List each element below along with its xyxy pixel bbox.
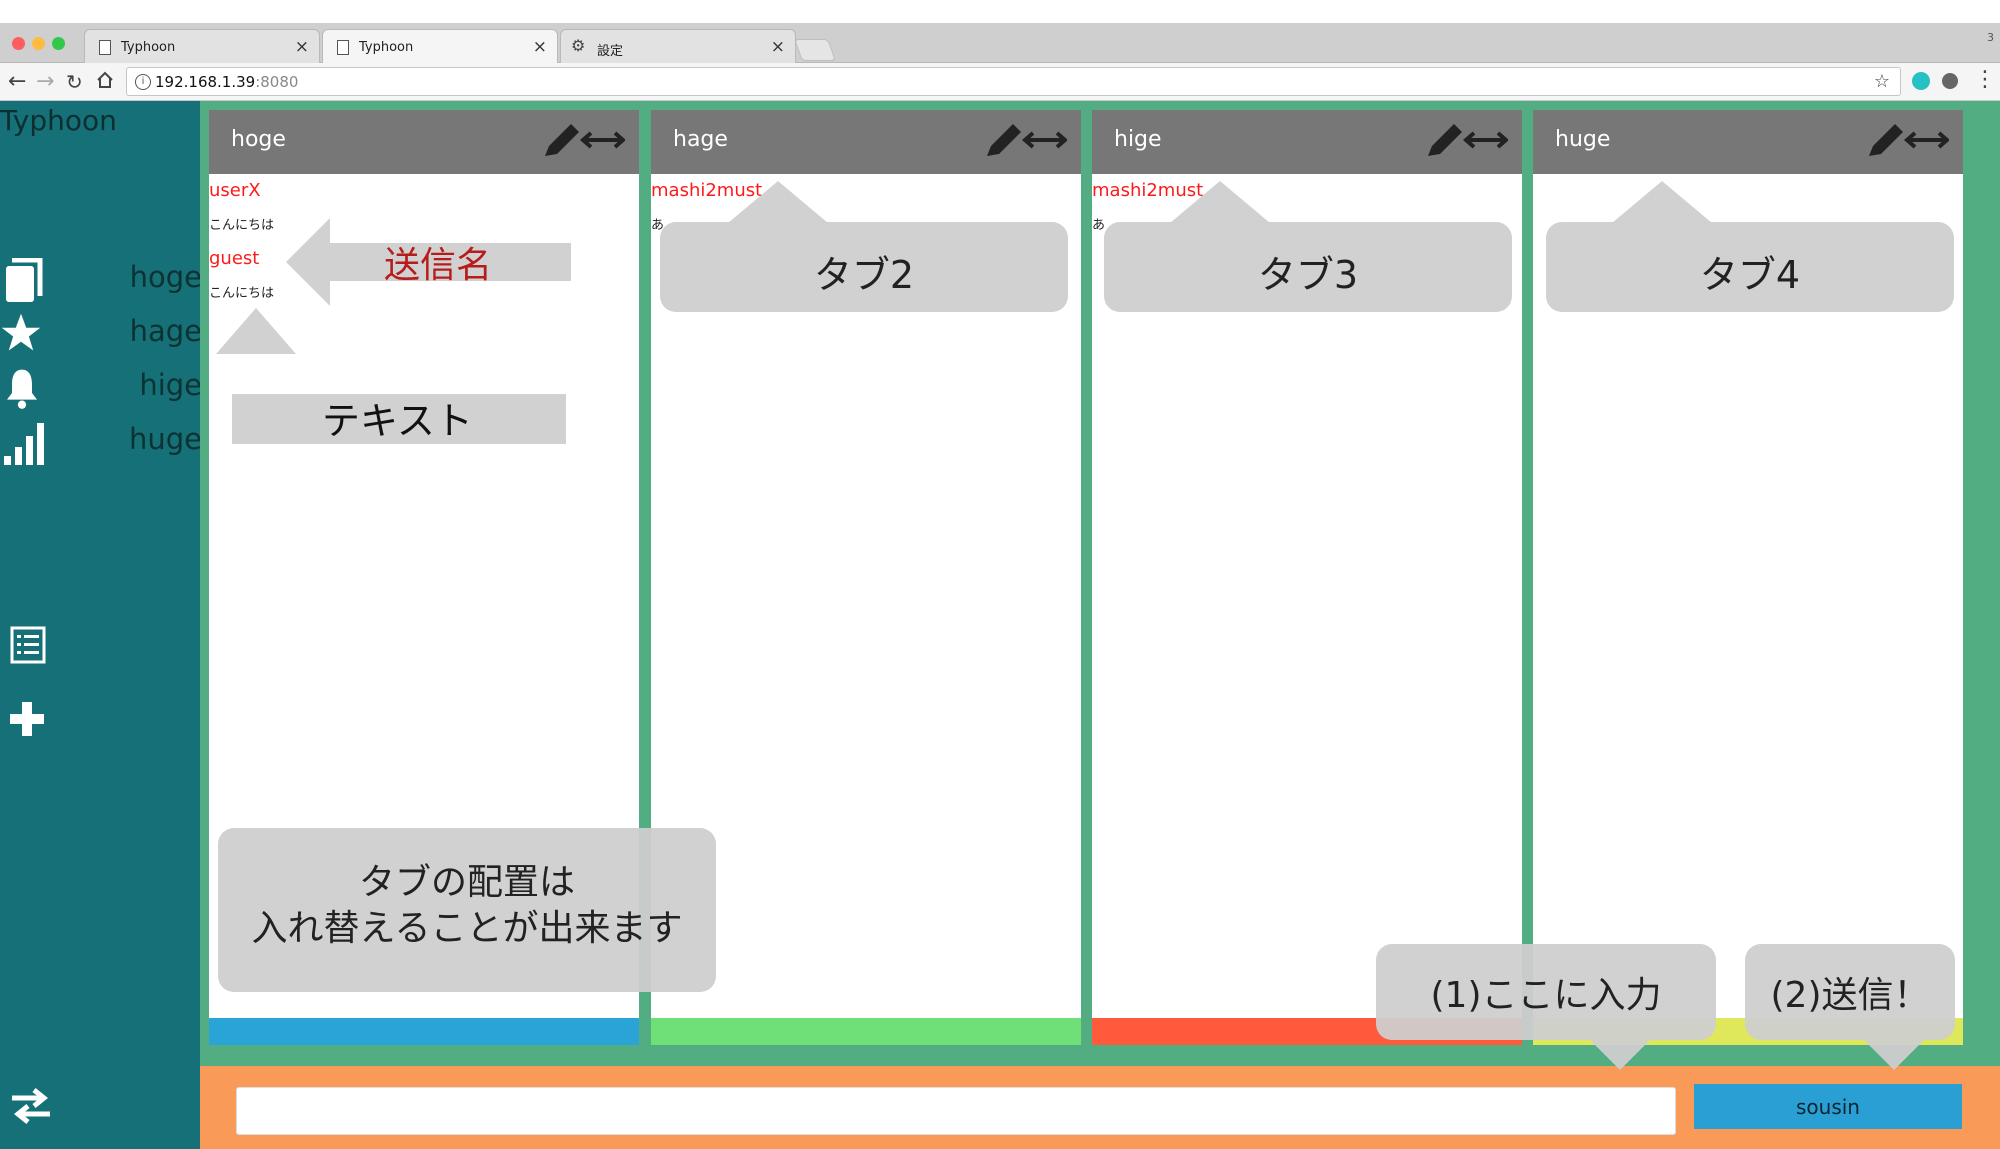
signal-bars-icon[interactable] [2,420,46,470]
page-icon [337,40,349,55]
extension-icon[interactable] [1942,73,1958,89]
column-header[interactable]: huge [1533,110,1963,174]
edit-pencil-icon[interactable] [1424,118,1510,162]
annotation-reorder-line2: 入れ替えることが出来ます [251,908,683,949]
new-tab-button[interactable] [793,39,837,61]
sidebar-item-hoge[interactable]: hoge [82,260,202,294]
close-icon[interactable]: × [295,37,309,57]
sidebar-item-hige[interactable]: hige [82,368,202,402]
column-tools [1424,118,1510,168]
menu-kebab-icon[interactable]: ⋮ [1974,67,1996,92]
star-icon[interactable] [0,312,42,358]
annotation-reorder: タブの配置は 入れ替えることが出来ます [218,828,716,992]
annotation-input-here-text: (1)ここに入力 [1430,975,1662,1016]
reload-icon[interactable]: ↻ [66,69,83,95]
column-title: hoge [231,127,286,152]
close-icon[interactable]: × [533,37,547,57]
close-window-button[interactable] [12,37,25,50]
swap-arrows-icon[interactable] [8,1086,54,1130]
sender-name[interactable]: userX [209,180,261,201]
annotation-reorder-line1: タブの配置は [358,862,575,903]
list-icon[interactable] [10,626,46,668]
home-icon[interactable] [96,71,114,93]
annotation-send-text: (2)送信！ [1770,975,1930,1016]
edit-pencil-icon[interactable] [1865,118,1951,162]
forward-arrow-icon[interactable]: → [36,69,54,95]
message-input[interactable] [236,1087,1676,1135]
edit-pencil-icon[interactable] [541,118,627,162]
annotation-tab2-text: タブ2 [813,253,915,297]
browser-tab-active[interactable]: Typhoon × [322,29,558,63]
window-corner-number: 3 [1987,31,1994,44]
browser-tab-strip: Typhoon × Typhoon × ⚙ 設定 × 3 [0,23,2000,63]
zoom-window-button[interactable] [52,37,65,50]
column-header[interactable]: hage [651,110,1081,174]
browser-toolbar: ← → ↻ i 192.168.1.39:8080 ☆ ⋮ [0,63,2000,101]
column-color-bar [209,1018,639,1045]
annotation-tab3: タブ3 [1104,222,1512,312]
extension-icon[interactable] [1912,72,1930,90]
annotation-send: (2)送信！ [1745,944,1955,1040]
info-icon[interactable]: i [135,74,151,90]
message-text: こんにちは [209,286,275,301]
browser-tab[interactable]: Typhoon × [84,29,320,63]
edit-pencil-icon[interactable] [983,118,1069,162]
message-text: こんにちは [209,218,275,233]
column-tools [983,118,1069,168]
sidebar-item-hage[interactable]: hage [82,314,202,348]
column-header[interactable]: hige [1092,110,1522,174]
minimize-window-button[interactable] [32,37,45,50]
plus-icon[interactable] [8,700,46,742]
annotation-tab4-text: タブ4 [1699,253,1801,297]
bookmark-star-icon[interactable]: ☆ [1874,71,1890,92]
column-title: hige [1114,127,1162,152]
bell-icon[interactable] [2,366,42,414]
browser-tab-label: 設定 [597,44,624,59]
send-button[interactable]: sousin [1694,1084,1962,1129]
callout-pointer [1864,1040,1924,1070]
annotation-text: テキスト [322,399,473,443]
annotation-tab2: タブ2 [660,222,1068,312]
column-tools [541,118,627,168]
address-bar[interactable]: i 192.168.1.39:8080 ☆ [126,67,1901,96]
annotation-tab3-text: タブ3 [1257,253,1359,297]
callout-pointer [728,181,828,223]
sidebar-item-huge[interactable]: huge [82,422,202,456]
back-arrow-icon[interactable]: ← [8,69,26,95]
annotation-sender-name: 送信名 [384,245,493,286]
annotation-tab4: タブ4 [1546,222,1954,312]
url-port: :8080 [255,73,299,91]
column-tools [1865,118,1951,168]
callout-pointer [1612,181,1712,223]
browser-tab-label: Typhoon [359,40,414,55]
book-icon[interactable] [2,257,44,308]
url-host: 192.168.1.39 [155,73,256,91]
page-icon [99,40,111,55]
callout-pointer [1170,181,1270,223]
gear-icon: ⚙ [571,36,586,55]
column-title: huge [1555,127,1611,152]
annotation-input-here: (1)ここに入力 [1376,944,1716,1040]
browser-tab[interactable]: ⚙ 設定 × [560,29,796,63]
callout-pointer [1590,1040,1650,1070]
column-title: hage [673,127,728,152]
message-text: あ [1092,218,1106,233]
close-icon[interactable]: × [771,37,785,57]
sender-name[interactable]: guest [209,248,259,269]
column-header[interactable]: hoge [209,110,639,174]
browser-tab-label: Typhoon [121,40,176,55]
column-color-bar [651,1018,1081,1045]
app-title: Typhoon [0,104,117,137]
